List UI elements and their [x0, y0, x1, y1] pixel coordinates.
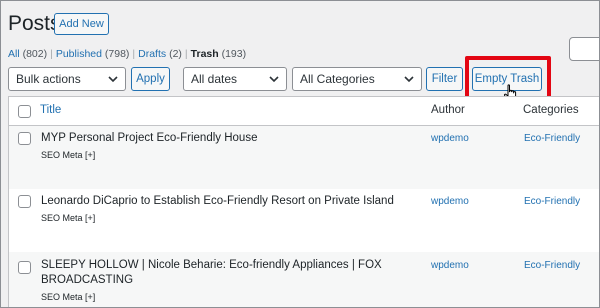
- post-status-filter: All (802) | Published (798) | Drafts (2) | Tra…: [8, 48, 246, 60]
- chevron-down-icon: [269, 76, 279, 83]
- post-title-link[interactable]: MYP Personal Project Eco-Friendly House: [41, 131, 411, 146]
- seo-meta-toggle[interactable]: SEO Meta [+]: [41, 213, 95, 223]
- date-filter-value: All dates: [191, 72, 238, 86]
- apply-button[interactable]: Apply: [131, 67, 170, 91]
- post-title-link[interactable]: SLEEPY HOLLOW | Nicole Beharie: Eco-frie…: [41, 258, 411, 288]
- chevron-down-icon: [404, 76, 414, 83]
- chevron-down-icon: [108, 76, 118, 83]
- status-separator: |: [50, 48, 53, 60]
- status-link-all[interactable]: All (802): [8, 48, 47, 60]
- date-filter-select[interactable]: All dates: [183, 67, 287, 91]
- posts-table: Title Author Categories MYP Personal Pro…: [8, 96, 600, 308]
- bulk-actions-value: Bulk actions: [16, 72, 81, 86]
- status-link-trash[interactable]: Trash (193): [191, 48, 246, 60]
- author-link[interactable]: wpdemo: [431, 133, 469, 144]
- select-all-checkbox[interactable]: [18, 105, 31, 118]
- column-title-header[interactable]: Title: [40, 104, 61, 116]
- category-filter-value: All Categories: [300, 72, 375, 86]
- column-author-header: Author: [431, 104, 465, 116]
- category-filter-select[interactable]: All Categories: [292, 67, 422, 91]
- post-title-link[interactable]: Leonardo DiCaprio to Establish Eco-Frien…: [41, 194, 411, 209]
- status-separator: |: [132, 48, 136, 60]
- column-categories-header: Categories: [523, 104, 579, 116]
- search-input[interactable]: [569, 37, 600, 61]
- row-checkbox[interactable]: [18, 132, 31, 145]
- author-link[interactable]: wpdemo: [431, 196, 469, 207]
- bulk-actions-select[interactable]: Bulk actions: [8, 67, 126, 91]
- filter-button[interactable]: Filter: [426, 67, 463, 91]
- category-link[interactable]: Eco-Friendly: [524, 260, 580, 271]
- status-link-published[interactable]: Published (798): [56, 48, 130, 60]
- add-new-button[interactable]: Add New: [54, 13, 109, 35]
- status-link-drafts[interactable]: Drafts (2): [138, 48, 182, 60]
- category-link[interactable]: Eco-Friendly: [524, 196, 580, 207]
- table-header: Title Author Categories: [9, 97, 600, 126]
- table-row: Leonardo DiCaprio to Establish Eco-Frien…: [9, 189, 600, 252]
- status-separator: |: [184, 48, 188, 60]
- category-link[interactable]: Eco-Friendly: [524, 133, 580, 144]
- seo-meta-toggle[interactable]: SEO Meta [+]: [41, 150, 95, 160]
- page-title: Posts: [8, 12, 61, 35]
- author-link[interactable]: wpdemo: [431, 260, 469, 271]
- row-checkbox[interactable]: [18, 261, 31, 274]
- row-checkbox[interactable]: [18, 195, 31, 208]
- table-row: MYP Personal Project Eco-Friendly House …: [9, 126, 600, 189]
- table-row: SLEEPY HOLLOW | Nicole Beharie: Eco-frie…: [9, 252, 600, 308]
- seo-meta-toggle[interactable]: SEO Meta [+]: [41, 292, 95, 302]
